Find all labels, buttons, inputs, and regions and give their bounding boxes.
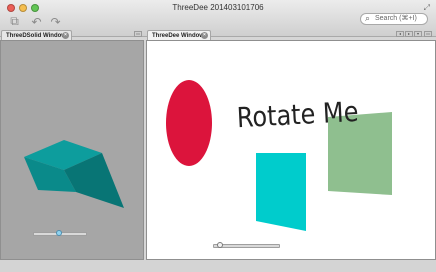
red-ellipse bbox=[166, 80, 212, 166]
tab-threedee-window[interactable]: ThreeDee Window × bbox=[147, 30, 211, 40]
rotating-cube bbox=[24, 140, 124, 208]
tab-threedsolid-window[interactable]: ThreeDSolid Window × bbox=[1, 30, 72, 40]
scene-shapes bbox=[166, 80, 392, 231]
cyan-quad bbox=[256, 153, 306, 231]
minimize-pane-icon[interactable]: ▭ bbox=[424, 31, 432, 37]
cube-tool-button[interactable]: ⧉ bbox=[6, 13, 23, 30]
app-window: ThreeDee 201403101706 ⤢ ⧉ ↶ ↷ ⌕ Search (… bbox=[0, 0, 436, 272]
tab-label: ThreeDSolid Window bbox=[6, 33, 66, 39]
scroll-right-icon[interactable]: ▸ bbox=[405, 31, 413, 37]
tab-list-icon[interactable]: ▾ bbox=[414, 31, 422, 37]
redo-icon: ↷ bbox=[50, 14, 61, 29]
search-placeholder: Search (⌘+I) bbox=[375, 15, 417, 22]
minimize-pane-icon[interactable]: ▭ bbox=[134, 31, 142, 37]
redo-button[interactable]: ↷ bbox=[47, 13, 64, 30]
right-slider-track[interactable] bbox=[213, 244, 280, 248]
close-tab-icon[interactable]: × bbox=[201, 32, 208, 39]
close-tab-icon[interactable]: × bbox=[62, 32, 69, 39]
scroll-left-icon[interactable]: ◂ bbox=[396, 31, 404, 37]
left-slider-thumb[interactable] bbox=[56, 230, 62, 236]
rotate-me-text: Rotate Me bbox=[236, 95, 360, 135]
search-icon: ⌕ bbox=[365, 13, 371, 23]
tab-label: ThreeDee Window bbox=[152, 33, 204, 39]
undo-icon: ↶ bbox=[31, 14, 42, 29]
right-slider-thumb[interactable] bbox=[216, 242, 223, 248]
fullscreen-icon[interactable]: ⤢ bbox=[424, 3, 430, 13]
window-title: ThreeDee 201403101706 bbox=[172, 3, 264, 12]
undo-button[interactable]: ↶ bbox=[28, 13, 45, 30]
cube-tool-icon: ⧉ bbox=[10, 14, 19, 28]
status-bar bbox=[0, 260, 436, 272]
search-input[interactable]: ⌕ Search (⌘+I) bbox=[360, 13, 428, 25]
